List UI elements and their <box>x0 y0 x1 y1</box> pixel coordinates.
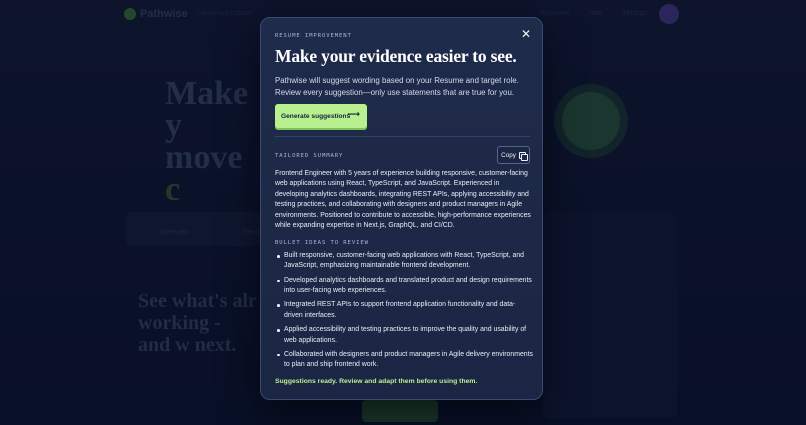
status-message: Suggestions ready. Review and adapt them… <box>275 378 478 385</box>
bullets-section-label: BULLET IDEAS TO REVIEW <box>275 240 369 246</box>
dialog-decoration: · · <box>497 34 521 40</box>
list-item: Integrated REST APIs to support frontend… <box>275 300 533 321</box>
tailored-summary-text: Frontend Engineer with 5 years of experi… <box>275 170 531 230</box>
summary-section-label: TAILORED SUMMARY <box>275 153 344 159</box>
copy-icon <box>518 151 528 161</box>
copy-label: Copy <box>501 151 516 159</box>
list-item: Applied accessibility and testing practi… <box>275 325 533 346</box>
list-item: Developed analytics dashboards and trans… <box>275 276 533 297</box>
list-item: Built responsive, customer-facing web ap… <box>275 251 533 272</box>
dialog-eyebrow: RESUME IMPROVEMENT <box>275 33 352 39</box>
generate-suggestions-label: Generate suggestions <box>281 112 351 120</box>
divider <box>275 136 530 137</box>
list-item: Collaborated with designers and product … <box>275 350 533 371</box>
arrow-right-icon: ⟶ <box>347 109 360 119</box>
bullet-list: Built responsive, customer-facing web ap… <box>275 251 533 375</box>
resume-improvement-dialog: RESUME IMPROVEMENT · · ✕ Make your evide… <box>260 17 543 400</box>
dialog-title: Make your evidence easier to see. <box>275 46 517 66</box>
dialog-description: Pathwise will suggest wording based on y… <box>275 76 519 97</box>
copy-button[interactable]: Copy <box>497 146 530 164</box>
close-button[interactable]: ✕ <box>519 27 533 41</box>
close-icon: ✕ <box>520 27 532 41</box>
generate-suggestions-button[interactable]: Generate suggestions ⟶ <box>275 104 367 128</box>
